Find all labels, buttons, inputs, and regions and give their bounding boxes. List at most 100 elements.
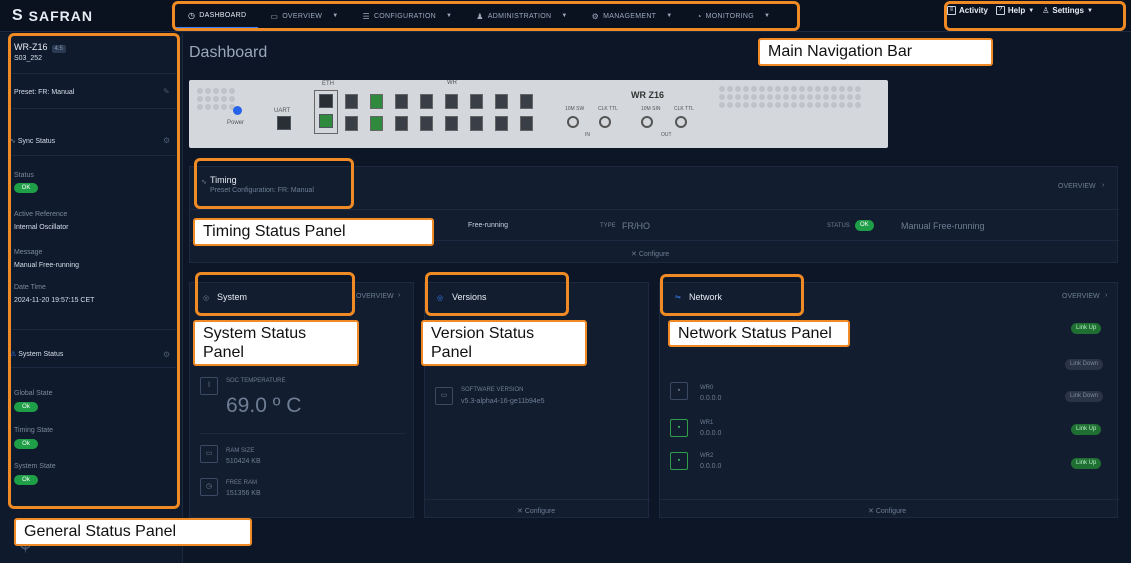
main-nav-annotation: Main Navigation Bar — [758, 38, 993, 66]
timing-configure-button[interactable]: ✕ Configure — [631, 250, 669, 258]
versions-configure-button[interactable]: ✕ Configure — [517, 507, 555, 515]
soc-temp-label: SOC TEMPERATURE — [226, 378, 286, 384]
sfp-port — [470, 94, 483, 109]
divider — [200, 433, 405, 434]
top-right-highlight — [944, 1, 1126, 31]
sma-connector — [641, 116, 653, 128]
port-ip: 0.0.0.0 — [700, 395, 722, 402]
chevron-right-icon: › — [1105, 292, 1108, 299]
sfp-port — [445, 94, 458, 109]
timing-overview-link[interactable]: OVERVIEW — [1058, 183, 1096, 190]
main-nav-highlight — [172, 1, 800, 31]
uart-port — [277, 116, 291, 130]
sma-connector — [599, 116, 611, 128]
network-overview-link[interactable]: OVERVIEW — [1062, 293, 1100, 300]
monitor-icon: ▭ — [435, 387, 453, 405]
sfp-cage — [345, 90, 551, 138]
sfp-port — [520, 116, 533, 131]
power-label: Power — [227, 120, 245, 126]
system-panel-annotation: System Status Panel — [193, 320, 359, 366]
sfp-port — [470, 116, 483, 131]
configure-label: Configure — [875, 508, 907, 515]
versions-panel: ◎ Versions ▭ SOFTWARE VERSION v5.3-alpha… — [424, 282, 650, 518]
sfp-port — [345, 94, 358, 109]
version-panel-highlight — [425, 272, 569, 316]
memory-icon: ▭ — [200, 445, 218, 463]
sfp-port — [445, 116, 458, 131]
page-title: Dashboard — [189, 44, 268, 61]
in-label-1: 10M SW — [565, 106, 585, 112]
free-ram-value: 151356 KB — [226, 490, 261, 497]
soc-temp-value: 69.0 º C — [226, 394, 302, 417]
timing-status-text: Manual Free-running — [901, 221, 985, 231]
divider — [660, 499, 1119, 500]
sfp-port — [420, 94, 433, 109]
system-panel-highlight — [195, 272, 355, 316]
type-label: TYPE — [600, 223, 616, 229]
port-name: WR1 — [700, 420, 714, 426]
chevron-right-icon: › — [1102, 182, 1105, 189]
port-icon: ▪ — [670, 452, 688, 470]
sfp-port — [420, 116, 433, 131]
device-model: WR Z16 — [631, 90, 665, 100]
type-value: FR/HO — [622, 221, 650, 231]
timing-mode: Free-running — [468, 222, 509, 229]
divider — [425, 499, 650, 500]
out-label-1: 10M SIN — [641, 106, 661, 112]
sma-connector — [567, 116, 579, 128]
app-root: S SAFRAN ◷ DASHBOARD ▭ OVERVIEW ▼ ☰ CONF… — [0, 0, 1131, 563]
network-panel: ⇋ Network OVERVIEW › Link Up Link Down ▪… — [659, 282, 1119, 518]
network-configure-button[interactable]: ✕ Configure — [868, 507, 906, 515]
timing-panel-highlight — [194, 158, 354, 209]
eth-label: ETH — [322, 81, 334, 87]
port-name: WR2 — [700, 453, 714, 459]
sfp-port — [395, 94, 408, 109]
link-status-badge: Link Up — [1071, 323, 1102, 334]
thermometer-icon: ǀ — [200, 377, 218, 395]
divider — [190, 209, 1119, 210]
ram-size-label: RAM SIZE — [226, 448, 255, 454]
device-front-panel: Power UART ETH WR WR Z16 10M SW CLK TTL … — [189, 80, 888, 148]
timing-panel-annotation: Timing Status Panel — [193, 218, 434, 246]
network-panel-annotation: Network Status Panel — [668, 320, 850, 347]
software-version-label: SOFTWARE VERSION — [461, 387, 524, 393]
safran-logo-icon: S — [12, 7, 24, 24]
port-name: WR0 — [700, 385, 714, 391]
port-ip: 0.0.0.0 — [700, 463, 722, 470]
sfp-port — [495, 116, 508, 131]
status-label: STATUS — [827, 223, 850, 229]
eth-port-1 — [319, 94, 333, 108]
in-label: IN — [585, 132, 590, 138]
safran-logo[interactable]: S SAFRAN — [12, 7, 93, 25]
link-status-badge: Link Down — [1065, 391, 1104, 402]
brand-name: SAFRAN — [28, 8, 94, 24]
vent-grid — [197, 88, 235, 110]
link-status-badge: Link Down — [1065, 359, 1104, 370]
out-label-2: CLK TTL — [674, 106, 694, 112]
port-ip: 0.0.0.0 — [700, 430, 722, 437]
sfp-port — [495, 94, 508, 109]
configure-label: Configure — [638, 251, 670, 258]
port-icon: ▪ — [670, 419, 688, 437]
wrench-icon: ✕ — [631, 251, 637, 258]
wrench-icon: ✕ — [868, 508, 874, 515]
system-panel: ◎ System OVERVIEW › ǀ SOC TEMPERATURE 69… — [189, 282, 414, 518]
uart-label: UART — [274, 108, 291, 114]
wr-label: WR — [447, 80, 457, 86]
vent-grid — [719, 86, 861, 108]
in-label-2: CLK TTL — [598, 106, 618, 112]
link-status-badge: Link Up — [1071, 424, 1102, 435]
timing-status-badge: OK — [855, 220, 874, 231]
software-version-value: v5.3-alpha4-16-ge11b94e5 — [461, 398, 545, 405]
version-panel-annotation: Version Status Panel — [421, 320, 587, 366]
sfp-port — [370, 94, 383, 109]
sfp-port — [395, 116, 408, 131]
network-panel-highlight — [660, 274, 804, 316]
power-led — [233, 106, 242, 115]
link-status-badge: Link Up — [1071, 458, 1102, 469]
ram-size-value: 510424 KB — [226, 458, 261, 465]
system-overview-link[interactable]: OVERVIEW — [356, 293, 394, 300]
sfp-port — [345, 116, 358, 131]
sfp-port — [370, 116, 383, 131]
port-icon: ▪ — [670, 382, 688, 400]
